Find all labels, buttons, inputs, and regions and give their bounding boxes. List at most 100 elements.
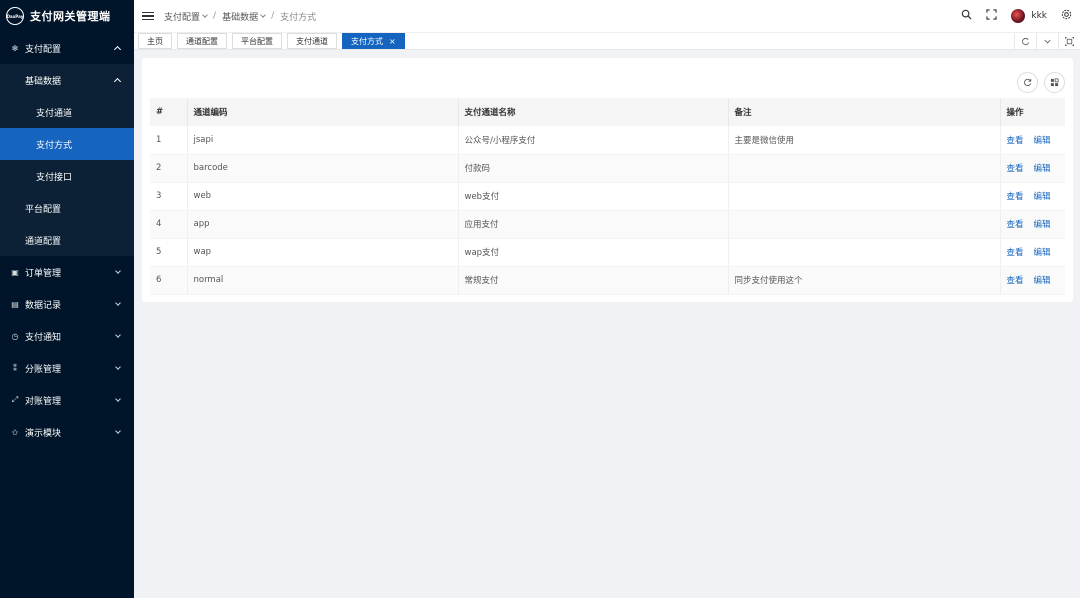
breadcrumb-item[interactable]: 基础数据 <box>222 10 258 23</box>
cell-index: 6 <box>150 266 188 295</box>
cell-actions: 查看 编辑 <box>1000 238 1065 267</box>
tab-label: 通道配置 <box>186 36 218 46</box>
chevron-down-icon[interactable] <box>260 11 266 18</box>
sidebar-item-reconcile[interactable]: ⤢ 对账管理 <box>0 384 134 416</box>
sidebar-item-label: 支付通道 <box>36 108 73 119</box>
cell-actions: 查看 编辑 <box>1000 266 1065 295</box>
tab-label: 支付方式 <box>351 36 383 46</box>
table-row: 5 wap wap支付 查看 编辑 <box>150 238 1065 267</box>
cell-name: wap支付 <box>458 238 729 267</box>
column-settings-button[interactable] <box>1044 72 1065 93</box>
tab-pay-method[interactable]: 支付方式 × <box>342 33 405 49</box>
chevron-down-icon <box>115 267 121 274</box>
column-header-remark[interactable]: 备注 <box>728 98 1001 126</box>
sidebar-item-pay-channel[interactable]: 支付通道 <box>0 96 134 128</box>
cell-remark <box>728 182 1001 211</box>
tabs-bar: 主页 通道配置 平台配置 支付通道 支付方式 × <box>134 32 1080 50</box>
sidebar-item-platform-config[interactable]: 平台配置 <box>0 192 134 224</box>
tab-label: 支付通道 <box>296 36 328 46</box>
view-link[interactable]: 查看 <box>1007 248 1024 258</box>
content-card: # 通道编码 支付通道名称 备注 操作 1 jsapi 公众号/小程序支付 主要… <box>142 58 1073 302</box>
sidebar-item-label: 基础数据 <box>25 76 62 87</box>
chevron-down-icon <box>115 427 121 434</box>
username[interactable]: kkk <box>1031 11 1047 21</box>
sidebar-item-pay-config[interactable]: ✻ 支付配置 <box>0 32 134 64</box>
edit-link[interactable]: 编辑 <box>1034 276 1051 286</box>
chevron-up-icon <box>113 77 122 86</box>
sidebar-item-channel-config[interactable]: 通道配置 <box>0 224 134 256</box>
view-link[interactable]: 查看 <box>1007 220 1024 230</box>
sidebar-item-pay-method[interactable]: 支付方式 <box>0 128 134 160</box>
column-header-actions: 操作 <box>1000 98 1065 126</box>
view-link[interactable]: 查看 <box>1007 136 1024 146</box>
cell-index: 2 <box>150 154 188 183</box>
cell-actions: 查看 编辑 <box>1000 154 1065 183</box>
daxpay-logo-icon: DaxPay <box>6 7 24 25</box>
cell-remark <box>728 238 1001 267</box>
cell-code: barcode <box>187 154 459 183</box>
sidebar-item-demo[interactable]: ✩ 演示模块 <box>0 416 134 448</box>
tab-platform-config[interactable]: 平台配置 <box>232 33 282 49</box>
sidebar-item-basic-data[interactable]: 基础数据 <box>0 64 134 96</box>
sidebar-item-notify[interactable]: ◷ 支付通知 <box>0 320 134 352</box>
fullscreen-icon[interactable] <box>986 9 997 23</box>
view-link[interactable]: 查看 <box>1007 192 1024 202</box>
sidebar-item-split[interactable]: ⁑ 分账管理 <box>0 352 134 384</box>
chevron-down-icon <box>115 395 121 402</box>
edit-link[interactable]: 编辑 <box>1034 248 1051 258</box>
menu-toggle-icon[interactable] <box>142 12 154 20</box>
view-link[interactable]: 查看 <box>1007 276 1024 286</box>
tab-pay-channel[interactable]: 支付通道 <box>287 33 337 49</box>
reload-tab-icon[interactable] <box>1014 33 1036 50</box>
order-icon: ▣ <box>11 267 19 277</box>
edit-link[interactable]: 编辑 <box>1034 220 1051 230</box>
chevron-down-icon[interactable] <box>202 11 208 18</box>
sidebar-item-orders[interactable]: ▣ 订单管理 <box>0 256 134 288</box>
reconcile-icon: ⤢ <box>11 395 19 404</box>
avatar[interactable] <box>1011 9 1026 23</box>
demo-icon: ✩ <box>11 427 19 437</box>
table-row: 3 web web支付 查看 编辑 <box>150 182 1065 211</box>
maximize-icon[interactable] <box>1058 33 1080 50</box>
breadcrumb-current: 支付方式 <box>280 12 317 23</box>
sidebar-item-label: 支付方式 <box>36 140 73 151</box>
gear-icon: ✻ <box>11 43 19 53</box>
cell-actions: 查看 编辑 <box>1000 210 1065 239</box>
breadcrumb: 支付配置 / 基础数据 / 支付方式 <box>164 10 317 23</box>
sidebar-item-label: 对账管理 <box>25 396 62 407</box>
edit-link[interactable]: 编辑 <box>1034 164 1051 174</box>
cell-code: web <box>187 182 459 211</box>
app-logo[interactable]: DaxPay 支付网关管理端 <box>0 0 134 32</box>
cell-name: web支付 <box>458 182 729 211</box>
sidebar-item-records[interactable]: ▤ 数据记录 <box>0 288 134 320</box>
edit-link[interactable]: 编辑 <box>1034 192 1051 202</box>
sidebar-item-label: 通道配置 <box>25 236 62 247</box>
refresh-button[interactable] <box>1017 72 1038 93</box>
cell-code: jsapi <box>187 126 459 155</box>
tab-channel-config[interactable]: 通道配置 <box>177 33 227 49</box>
top-header: 支付配置 / 基础数据 / 支付方式 kkk <box>134 0 1080 32</box>
chevron-down-icon[interactable] <box>1036 33 1058 50</box>
column-header-name[interactable]: 支付通道名称 <box>458 98 729 126</box>
edit-link[interactable]: 编辑 <box>1034 136 1051 146</box>
table-row: 6 normal 常规支付 同步支付使用这个 查看 编辑 <box>150 266 1065 295</box>
search-icon[interactable] <box>961 9 972 23</box>
app-title: 支付网关管理端 <box>30 10 111 23</box>
tab-home[interactable]: 主页 <box>138 33 172 49</box>
column-header-code[interactable]: 通道编码 <box>187 98 459 126</box>
close-icon[interactable]: × <box>389 37 396 46</box>
sidebar-item-label: 支付通知 <box>25 332 62 343</box>
column-header-index[interactable]: # <box>150 98 188 126</box>
breadcrumb-item[interactable]: 支付配置 <box>164 10 200 23</box>
sidebar-item-pay-interface[interactable]: 支付接口 <box>0 160 134 192</box>
cell-code: normal <box>187 266 459 295</box>
cell-actions: 查看 编辑 <box>1000 182 1065 211</box>
settings-gear-icon[interactable] <box>1061 9 1072 23</box>
cell-index: 5 <box>150 238 188 267</box>
cell-name: 公众号/小程序支付 <box>458 126 729 155</box>
view-link[interactable]: 查看 <box>1007 164 1024 174</box>
chevron-up-icon <box>113 45 122 54</box>
cell-index: 1 <box>150 126 188 155</box>
table-row: 2 barcode 付款码 查看 编辑 <box>150 154 1065 183</box>
table-header-row: # 通道编码 支付通道名称 备注 操作 <box>150 98 1065 126</box>
